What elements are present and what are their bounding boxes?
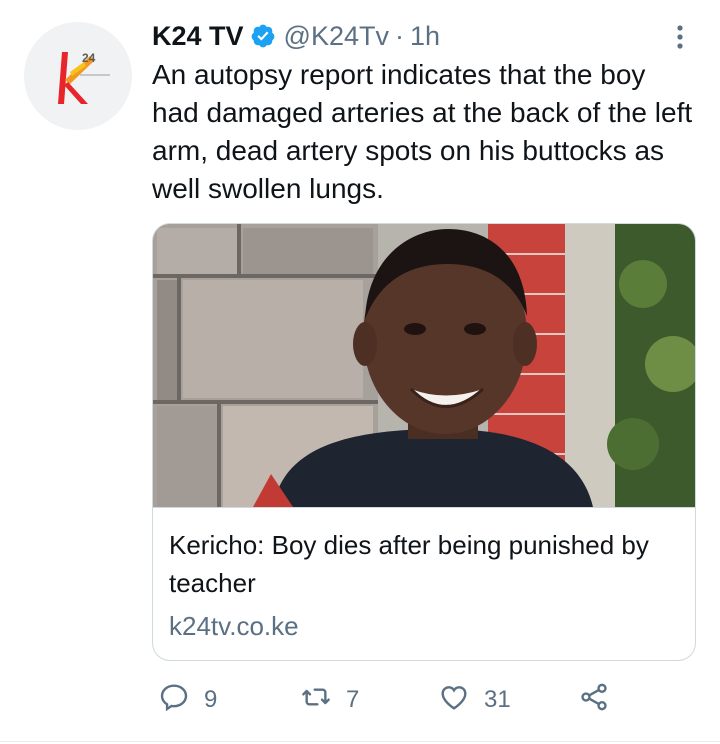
- retweet-button[interactable]: 7: [300, 682, 359, 718]
- retweet-count: 7: [346, 686, 360, 713]
- share-button[interactable]: [578, 682, 610, 718]
- tweet-text: An autopsy report indicates that the boy…: [152, 59, 693, 204]
- link-card[interactable]: Kericho: Boy dies after being punished b…: [152, 223, 696, 661]
- logo-text: 24: [82, 51, 96, 65]
- reply-icon: [158, 681, 190, 720]
- share-icon: [578, 681, 610, 720]
- card-title[interactable]: Kericho: Boy dies after being punished b…: [169, 526, 684, 602]
- action-bar: 9 7 31: [152, 682, 692, 718]
- reply-button[interactable]: 9: [158, 682, 217, 718]
- handle[interactable]: @K24Tv: [284, 21, 389, 52]
- tweet-header: K24 TV @K24Tv · 1h: [152, 16, 440, 56]
- tweet[interactable]: 24 K24 TV @K24Tv · 1h An autopsy report …: [0, 0, 720, 744]
- separator-dot: ·: [395, 20, 404, 51]
- retweet-icon: [300, 681, 332, 720]
- like-button[interactable]: 31: [438, 682, 511, 718]
- more-vertical-icon[interactable]: [668, 22, 692, 52]
- heart-icon: [438, 681, 470, 720]
- card-image: [153, 224, 695, 508]
- k24-logo: 24: [24, 22, 132, 130]
- divider: [0, 741, 720, 742]
- avatar[interactable]: 24: [24, 22, 132, 130]
- like-count: 31: [484, 686, 511, 713]
- display-name[interactable]: K24 TV: [152, 21, 244, 52]
- verified-badge-icon: [250, 23, 276, 49]
- card-domain[interactable]: k24tv.co.ke: [169, 609, 299, 643]
- timestamp[interactable]: 1h: [410, 21, 440, 52]
- reply-count: 9: [204, 686, 218, 713]
